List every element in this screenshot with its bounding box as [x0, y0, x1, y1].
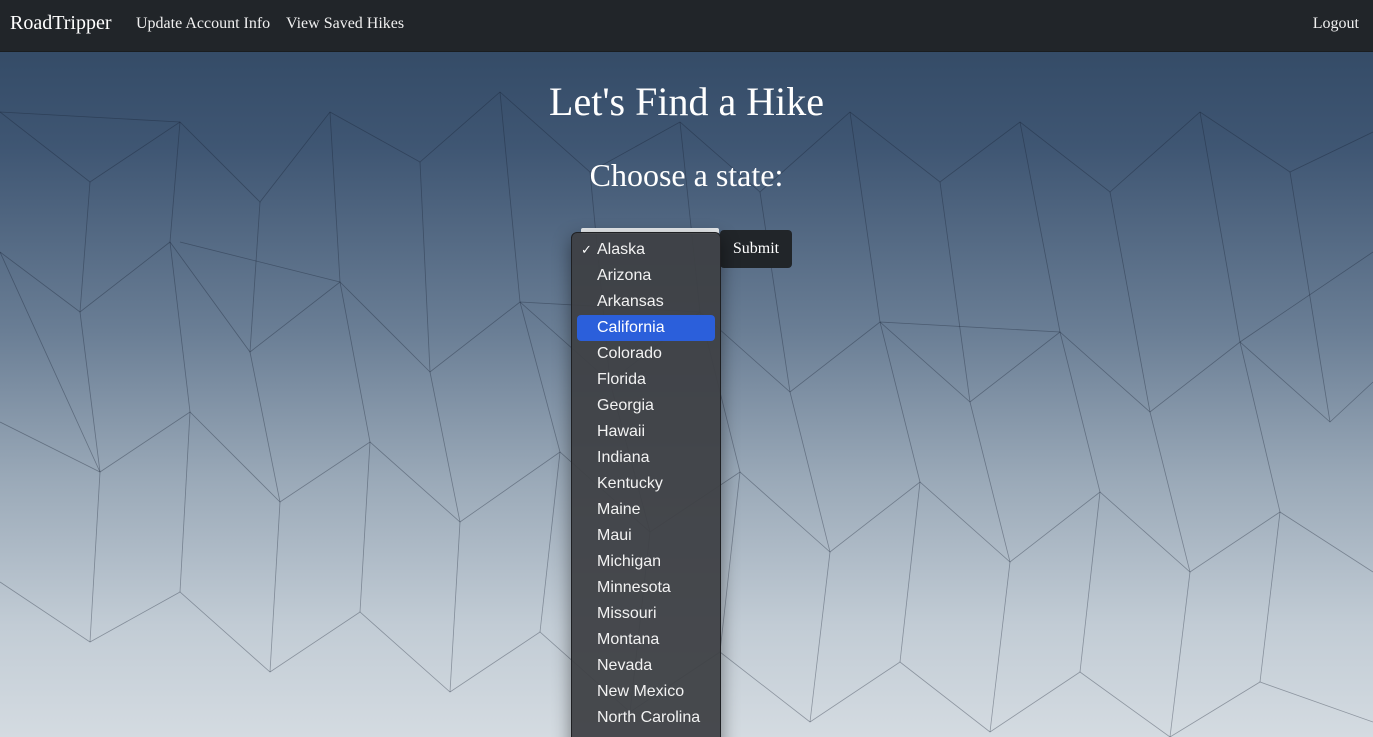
- submit-button[interactable]: Submit: [720, 230, 792, 268]
- dropdown-option[interactable]: Colorado: [577, 341, 715, 367]
- dropdown-option[interactable]: Nevada: [577, 653, 715, 679]
- dropdown-option[interactable]: Arizona: [577, 263, 715, 289]
- dropdown-option[interactable]: Indiana: [577, 445, 715, 471]
- navbar: RoadTripper Update Account Info View Sav…: [0, 0, 1373, 52]
- dropdown-option-highlighted[interactable]: California: [577, 315, 715, 341]
- dropdown-option[interactable]: Hawaii: [577, 419, 715, 445]
- dropdown-option[interactable]: Georgia: [577, 393, 715, 419]
- dropdown-option[interactable]: Michigan: [577, 549, 715, 575]
- brand-logo[interactable]: RoadTripper: [10, 12, 111, 35]
- state-dropdown-list: ✓ Alaska Arizona Arkansas California Colo…: [571, 232, 721, 737]
- dropdown-option[interactable]: Maui: [577, 523, 715, 549]
- dropdown-option[interactable]: Montana: [577, 627, 715, 653]
- dropdown-option[interactable]: Kentucky: [577, 471, 715, 497]
- dropdown-option[interactable]: Missouri: [577, 601, 715, 627]
- state-prompt: Choose a state:: [589, 157, 784, 193]
- page-title: Let's Find a Hike: [549, 79, 824, 124]
- checkmark-icon: ✓: [581, 242, 592, 257]
- nav-saved-hikes[interactable]: View Saved Hikes: [286, 15, 404, 33]
- nav-update-account[interactable]: Update Account Info: [136, 15, 270, 33]
- dropdown-option[interactable]: Minnesota: [577, 575, 715, 601]
- logout-link[interactable]: Logout: [1313, 15, 1359, 33]
- dropdown-option[interactable]: Florida: [577, 367, 715, 393]
- dropdown-option[interactable]: Maine: [577, 497, 715, 523]
- dropdown-option[interactable]: New Mexico: [577, 679, 715, 705]
- dropdown-option[interactable]: North Carolina: [577, 705, 715, 731]
- dropdown-option[interactable]: Arkansas: [577, 289, 715, 315]
- dropdown-option[interactable]: ✓ Alaska: [577, 237, 715, 263]
